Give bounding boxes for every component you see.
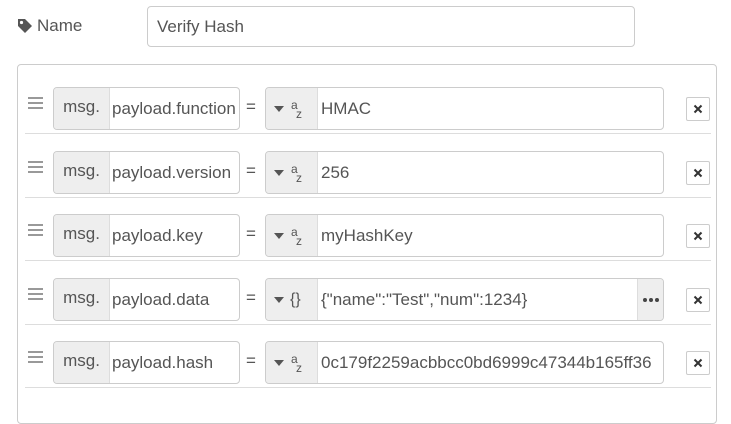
string-type-icon: az xyxy=(291,161,302,185)
string-type-icon: az xyxy=(291,351,302,375)
property-type-button[interactable]: msg. xyxy=(54,88,110,129)
property-input[interactable]: msg. payload.function xyxy=(53,87,240,130)
expand-editor-button[interactable] xyxy=(637,279,663,320)
delete-rule-button[interactable] xyxy=(686,351,710,375)
delete-rule-button[interactable] xyxy=(686,161,710,185)
value-type-dropdown[interactable]: az xyxy=(266,152,318,193)
value-input[interactable]: az myHashKey xyxy=(265,214,664,257)
rule-row: msg. payload.function = az HMAC xyxy=(25,71,711,134)
property-input[interactable]: msg. payload.version xyxy=(53,151,240,194)
property-field[interactable]: payload.data xyxy=(110,279,239,320)
caret-down-icon xyxy=(274,359,284,366)
drag-handle-icon[interactable] xyxy=(28,351,43,364)
delete-rule-button[interactable] xyxy=(686,97,710,121)
caret-down-icon xyxy=(274,296,284,303)
drag-handle-icon[interactable] xyxy=(28,224,43,237)
name-label-text: Name xyxy=(37,16,83,35)
value-field[interactable]: 256 xyxy=(318,152,663,193)
delete-rule-button[interactable] xyxy=(686,288,710,312)
property-type-button[interactable]: msg. xyxy=(54,342,110,383)
value-field[interactable]: 0c179f2259acbbcc0bd6999c47344b165ff36 xyxy=(318,342,663,383)
drag-handle-icon[interactable] xyxy=(28,288,43,301)
value-input[interactable]: az 256 xyxy=(265,151,664,194)
property-type-button[interactable]: msg. xyxy=(54,279,110,320)
caret-down-icon xyxy=(274,105,284,112)
close-icon xyxy=(693,168,703,178)
equals-operator: = xyxy=(246,161,256,180)
delete-rule-button[interactable] xyxy=(686,224,710,248)
property-field[interactable]: payload.version xyxy=(110,152,239,193)
property-type-button[interactable]: msg. xyxy=(54,215,110,256)
property-type-button[interactable]: msg. xyxy=(54,152,110,193)
caret-down-icon xyxy=(274,232,284,239)
value-type-dropdown[interactable]: az xyxy=(266,342,318,383)
drag-handle-icon[interactable] xyxy=(28,97,43,110)
close-icon xyxy=(693,231,703,241)
value-input[interactable]: az 0c179f2259acbbcc0bd6999c47344b165ff36 xyxy=(265,341,664,384)
rule-row: msg. payload.key = az myHashKey xyxy=(25,198,711,261)
ellipsis-dot xyxy=(654,297,659,302)
value-field[interactable]: myHashKey xyxy=(318,215,663,256)
property-input[interactable]: msg. payload.hash xyxy=(53,341,240,384)
equals-operator: = xyxy=(246,97,256,116)
close-icon xyxy=(693,358,703,368)
name-label: Name xyxy=(17,14,82,38)
caret-down-icon xyxy=(274,169,284,176)
rules-list: msg. payload.function = az HMAC msg. pay… xyxy=(17,64,717,424)
property-field[interactable]: payload.function xyxy=(110,88,239,129)
property-input[interactable]: msg. payload.key xyxy=(53,214,240,257)
value-type-dropdown[interactable]: az xyxy=(266,215,318,256)
equals-operator: = xyxy=(246,224,256,243)
name-row: Name xyxy=(17,6,637,49)
close-icon xyxy=(693,295,703,305)
property-input[interactable]: msg. payload.data xyxy=(53,278,240,321)
value-type-dropdown[interactable]: az xyxy=(266,88,318,129)
ellipsis-dot xyxy=(642,297,647,302)
value-field[interactable]: HMAC xyxy=(318,88,663,129)
equals-operator: = xyxy=(246,288,256,307)
string-type-icon: az xyxy=(291,97,302,121)
rule-row: msg. payload.version = az 256 xyxy=(25,135,711,198)
value-field[interactable]: {"name":"Test","num":1234} xyxy=(318,279,637,320)
rule-row: msg. payload.hash = az 0c179f2259acbbcc0… xyxy=(25,325,711,388)
json-braces-icon: {} xyxy=(290,290,301,308)
rule-row: msg. payload.data = {} {"name":"Test","n… xyxy=(25,262,711,325)
value-input[interactable]: az HMAC xyxy=(265,87,664,130)
equals-operator: = xyxy=(246,351,256,370)
name-input[interactable] xyxy=(147,6,635,47)
property-field[interactable]: payload.key xyxy=(110,215,239,256)
value-type-dropdown[interactable]: {} xyxy=(266,279,318,320)
drag-handle-icon[interactable] xyxy=(28,161,43,174)
property-field[interactable]: payload.hash xyxy=(110,342,239,383)
ellipsis-dot xyxy=(648,297,653,302)
tag-icon xyxy=(18,19,32,33)
string-type-icon: az xyxy=(291,224,302,248)
value-input[interactable]: {} {"name":"Test","num":1234} xyxy=(265,278,664,321)
close-icon xyxy=(693,104,703,114)
